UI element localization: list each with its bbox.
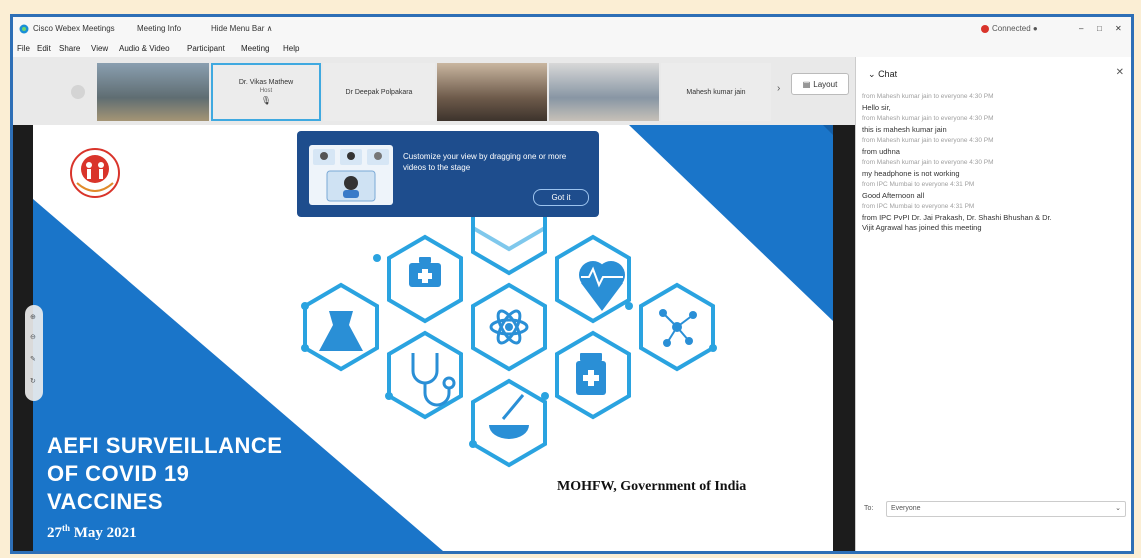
close-window-button[interactable]: ✕ (1115, 24, 1122, 33)
video-tile-2[interactable]: Dr. Vikas Mathew Host 🎙 (211, 63, 321, 121)
zoom-in-icon[interactable]: ⊕ (30, 313, 36, 321)
menu-share[interactable]: Share (59, 44, 80, 53)
strip-next-icon[interactable]: › (777, 83, 780, 94)
chat-meta: from IPC Mumbai to everyone 4:31 PM (862, 203, 975, 210)
maximize-button[interactable]: □ (1097, 24, 1102, 33)
video-tile-5[interactable] (549, 63, 659, 121)
layout-icon: ▤ (802, 79, 811, 89)
chat-message: this is mahesh kumar jain (862, 125, 947, 134)
slide-side-controls: ⊕ ⊖ ✎ ↻ (25, 305, 43, 401)
menu-participant[interactable]: Participant (187, 44, 225, 53)
chat-meta: from Mahesh kumar jain to everyone 4:30 … (862, 137, 994, 144)
participant-role: Host (259, 88, 273, 94)
menu-meeting[interactable]: Meeting (241, 44, 269, 53)
chat-title: Chat (878, 69, 898, 79)
connected-icon (981, 24, 989, 33)
mic-icon: 🎙 (260, 96, 272, 105)
date-day: 27 (47, 525, 62, 541)
slide-title-line-1: AEFI SURVEILLANCE (47, 433, 283, 458)
chat-panel: ⌄ Chat ✕ from Mahesh kumar jain to every… (855, 57, 1131, 551)
stage-right-margin (833, 125, 855, 551)
chat-meta: from Mahesh kumar jain to everyone 4:30 … (862, 159, 994, 166)
chat-message: Vijit Agrawal has joined this meeting (862, 223, 982, 232)
zoom-out-icon[interactable]: ⊖ (30, 333, 36, 341)
menu-edit[interactable]: Edit (37, 44, 51, 53)
video-tile-1[interactable] (97, 63, 209, 121)
strip-prev-button[interactable] (71, 85, 85, 99)
customize-view-tooltip: Customize your view by dragging one or m… (297, 131, 599, 217)
nhm-logo (63, 143, 127, 207)
chat-message: Good Afternoon all (862, 191, 925, 200)
chat-message: Hello sir, (862, 103, 891, 112)
connection-status[interactable]: Connected ● (981, 24, 1038, 33)
chat-message: my headphone is not working (862, 169, 960, 178)
chevron-down-icon: ⌄ (1115, 505, 1121, 512)
got-it-button[interactable]: Got it (533, 189, 589, 206)
chat-header[interactable]: ⌄ Chat (868, 69, 897, 80)
chat-meta: from IPC Mumbai to everyone 4:31 PM (862, 181, 975, 188)
hide-menu-bar-button[interactable]: Hide Menu Bar ∧ (211, 24, 272, 33)
menu-help[interactable]: Help (283, 44, 299, 53)
chat-recipient-value: Everyone (891, 505, 921, 512)
participant-name: Mahesh kumar jain (686, 88, 746, 96)
rotate-icon[interactable]: ↻ (30, 377, 36, 385)
layout-label: Layout (813, 79, 838, 89)
video-tile-6[interactable]: Mahesh kumar jain (661, 63, 771, 121)
chat-message: from udhna (862, 147, 900, 156)
participant-strip: Dr. Vikas Mathew Host 🎙 Dr Deepak Polpak… (13, 57, 855, 125)
chat-message: from IPC PvPI Dr. Jai Prakash, Dr. Shash… (862, 213, 1052, 222)
minimize-button[interactable]: – (1079, 24, 1083, 33)
meeting-info-button[interactable]: Meeting Info (137, 24, 181, 33)
slide-date: 27th May 2021 (47, 523, 137, 542)
collapse-icon: ⌄ (868, 69, 876, 79)
menu-view[interactable]: View (91, 44, 108, 53)
chat-close-icon[interactable]: ✕ (1116, 67, 1124, 78)
webex-logo-icon (19, 24, 29, 36)
date-suffix: th (62, 523, 71, 533)
app-title: Cisco Webex Meetings (33, 24, 115, 33)
video-tile-4[interactable] (437, 63, 547, 121)
slide-title-line-3: VACCINES (47, 489, 164, 514)
tooltip-text: Customize your view by dragging one or m… (403, 152, 567, 172)
menu-file[interactable]: File (17, 44, 30, 53)
date-rest: May 2021 (70, 525, 137, 541)
slide-footer: MOHFW, Government of India (557, 479, 747, 494)
participant-name: Dr. Vikas Mathew (238, 79, 294, 86)
layout-button[interactable]: ▤ Layout (791, 73, 849, 95)
slide-title-line-2: OF COVID 19 (47, 461, 190, 486)
annotate-icon[interactable]: ✎ (30, 355, 36, 363)
menu-bar: File Edit Share View Audio & Video Parti… (13, 41, 1131, 57)
participant-name: Dr Deepak Polpakara (345, 88, 413, 96)
webex-window: Cisco Webex Meetings Meeting Info Hide M… (10, 14, 1134, 554)
chat-meta: from Mahesh kumar jain to everyone 4:30 … (862, 115, 994, 122)
chat-to-label: To: (864, 505, 874, 512)
tooltip-illustration (309, 145, 393, 205)
chat-meta: from Mahesh kumar jain to everyone 4:30 … (862, 93, 994, 100)
title-bar: Cisco Webex Meetings Meeting Info Hide M… (13, 17, 1131, 41)
chat-recipient-select[interactable]: Everyone ⌄ (886, 501, 1126, 517)
menu-audio-video[interactable]: Audio & Video (119, 44, 170, 53)
connection-status-label: Connected ● (992, 24, 1038, 33)
video-tile-3[interactable]: Dr Deepak Polpakara (323, 63, 435, 121)
